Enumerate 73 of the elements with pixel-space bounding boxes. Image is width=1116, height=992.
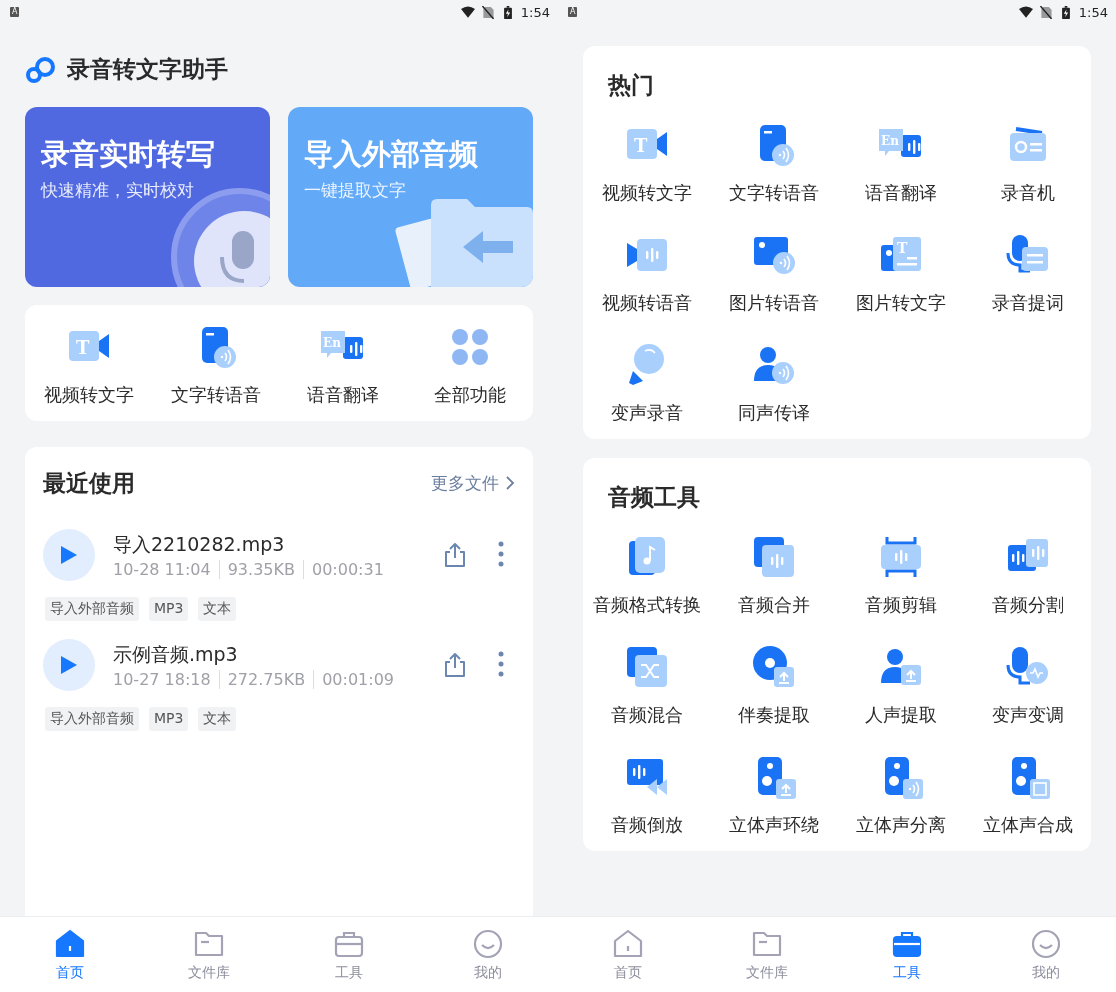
file-duration: 00:01:09 [313, 669, 394, 689]
notification-icon: A [568, 7, 578, 17]
smiley-icon [1030, 927, 1063, 960]
no-sim-icon [480, 5, 495, 19]
wifi-icon [1018, 5, 1033, 19]
tool-button[interactable]: 同声传译 [710, 341, 837, 425]
tool-button[interactable]: 立体声环绕 [710, 753, 837, 837]
tool-button[interactable]: 音频剪辑 [837, 533, 964, 617]
tool-button[interactable]: 变声变调 [964, 643, 1091, 727]
tool-button[interactable]: T 视频转文字 [583, 121, 710, 205]
file-tag: MP3 [149, 597, 189, 621]
chevron-icon [505, 475, 515, 491]
clock-time: 1:54 [1078, 4, 1108, 20]
nav-tab[interactable]: 首页 [0, 917, 140, 992]
file-tag: 导入外部音频 [45, 707, 139, 731]
file-tag: 文本 [198, 707, 237, 731]
no-sim-icon [1038, 5, 1053, 19]
file-name: 示例音频.mp3 [113, 641, 239, 667]
tool-button[interactable]: 音频倒放 [583, 753, 710, 837]
more-icon [498, 541, 504, 567]
banner-subtitle: 一键提取文字 [304, 179, 407, 202]
tool-button[interactable]: 音频分割 [964, 533, 1091, 617]
tool-button[interactable]: T 图片转文字 [837, 231, 964, 315]
wifi-icon [460, 5, 475, 19]
banner-title: 导入外部音频 [304, 136, 479, 173]
home-icon [611, 927, 644, 960]
more-icon [498, 651, 504, 677]
smiley-icon [472, 927, 505, 960]
tool-button[interactable]: En 语音翻译 [837, 121, 964, 205]
section-title: 最近使用 [43, 468, 135, 498]
tool-button[interactable]: 录音机 [964, 121, 1091, 205]
file-size: 272.75KB [218, 669, 306, 689]
tool-button[interactable]: 音频混合 [583, 643, 710, 727]
file-duration: 00:00:31 [302, 559, 384, 579]
logo-icon [25, 55, 57, 84]
file-tag: 文本 [198, 597, 237, 621]
nav-tab[interactable]: 工具 [279, 917, 419, 992]
tool-button[interactable]: 人声提取 [837, 643, 964, 727]
app-title: 录音转文字助手 [67, 55, 228, 84]
file-tag: MP3 [149, 707, 189, 731]
section-title: 音频工具 [607, 483, 701, 512]
tool-button[interactable]: 音频格式转换 [583, 533, 710, 617]
play-icon [60, 655, 78, 675]
file-date: 10-28 11:04 [113, 559, 211, 579]
banner-subtitle: 快速精准，实时校对 [41, 179, 195, 202]
clock-time: 1:54 [520, 4, 550, 20]
shortcut-button[interactable]: 文字转语音 [152, 323, 279, 407]
file-tag: 导入外部音频 [45, 597, 139, 621]
tool-button[interactable]: 文字转语音 [710, 121, 837, 205]
tool-button[interactable]: 伴奏提取 [710, 643, 837, 727]
tool-button[interactable]: 变声录音 [583, 341, 710, 425]
more-files-link[interactable]: 更多文件 [431, 471, 515, 495]
nav-tab[interactable]: 工具 [837, 917, 977, 992]
play-button[interactable] [43, 639, 95, 691]
tool-button[interactable]: 音频合并 [710, 533, 837, 617]
banner-title: 录音实时转写 [41, 136, 216, 173]
notification-icon: A [10, 7, 20, 17]
shortcut-button[interactable]: En 语音翻译 [279, 323, 406, 407]
tool-button[interactable]: 立体声分离 [837, 753, 964, 837]
play-button[interactable] [43, 529, 95, 581]
banner-card[interactable]: 录音实时转写 快速精准，实时校对 [25, 107, 270, 287]
file-name: 导入2210282.mp3 [113, 531, 286, 557]
tool-button[interactable]: 图片转语音 [710, 231, 837, 315]
shortcut-button[interactable]: T 视频转文字 [25, 323, 152, 407]
section-title: 热门 [606, 71, 655, 100]
file-date: 10-27 18:18 [113, 669, 211, 689]
tool-button[interactable]: 立体声合成 [964, 753, 1091, 837]
tool-button[interactable]: 视频转语音 [583, 231, 710, 315]
play-icon [60, 545, 78, 565]
home-icon [53, 927, 86, 960]
file-size: 93.35KB [218, 559, 295, 579]
shortcut-button[interactable]: 全部功能 [406, 323, 533, 407]
tool-button[interactable]: 录音提词 [964, 231, 1091, 315]
